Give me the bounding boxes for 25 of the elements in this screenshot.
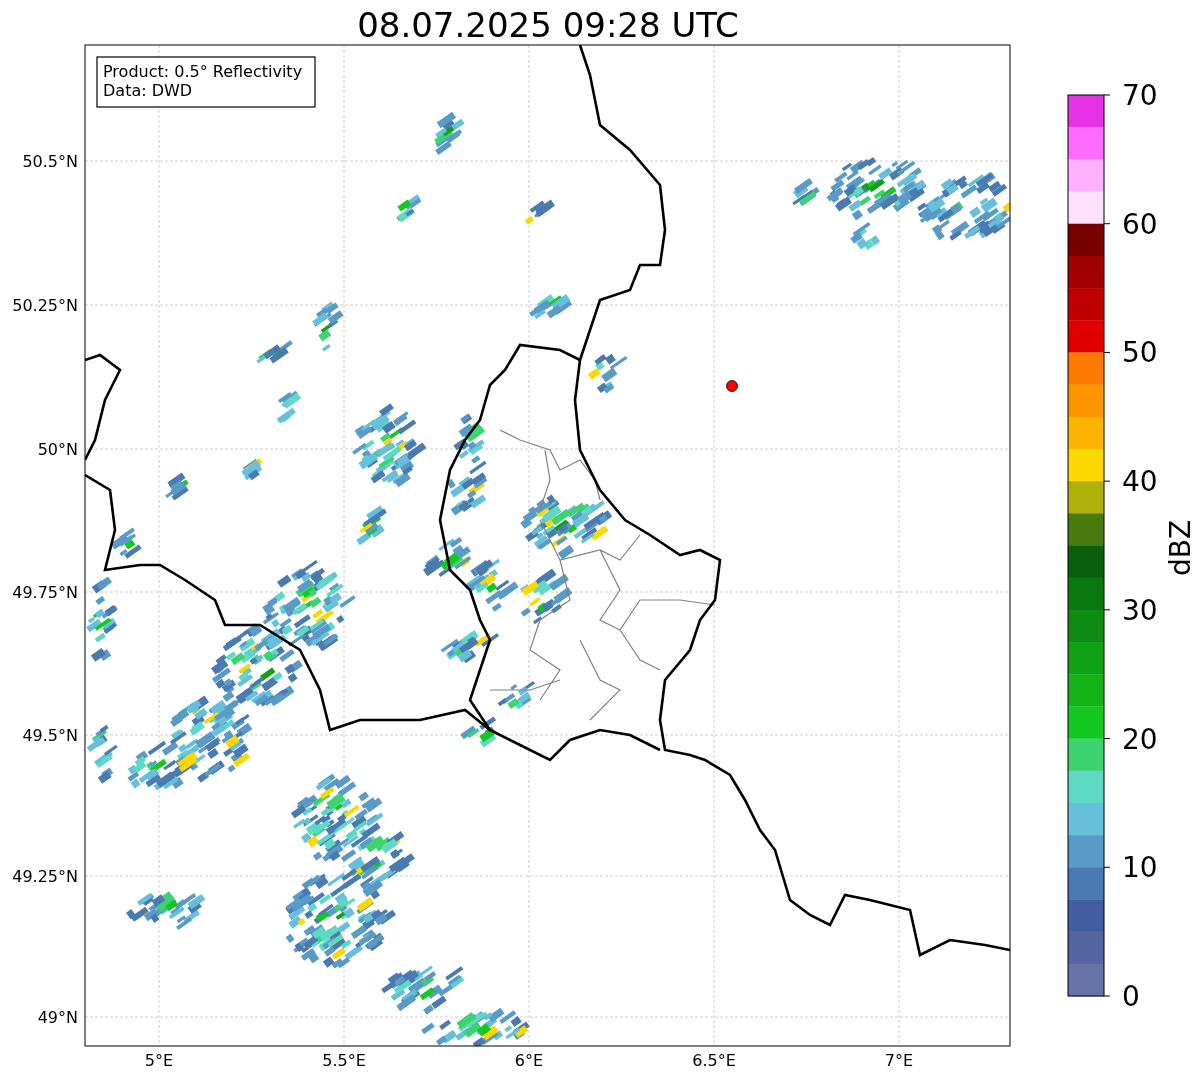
legend-text: Data: DWD: [103, 81, 193, 100]
y-tick-label: 50.25°N: [12, 296, 78, 315]
x-tick-label: 5.5°E: [322, 1051, 366, 1070]
y-tick-label: 49°N: [37, 1008, 78, 1027]
y-tick-label: 49.25°N: [12, 867, 78, 886]
colorbar-label: dBZ: [1164, 519, 1197, 577]
location-marker: [726, 380, 738, 392]
x-tick-label: 5°E: [144, 1051, 174, 1070]
chart-title: 08.07.2025 09:28 UTC: [357, 5, 739, 45]
colorbar-tick-label: 10: [1122, 851, 1158, 885]
x-tick-label: 7°E: [884, 1051, 914, 1070]
x-tick-label: 6.5°E: [692, 1051, 736, 1070]
legend-text: Product: 0.5° Reflectivity: [103, 62, 303, 81]
colorbar-tick-label: 30: [1122, 593, 1158, 627]
colorbar-tick-label: 40: [1122, 465, 1158, 499]
y-tick-label: 50.5°N: [22, 152, 78, 171]
colorbar-tick-label: 50: [1122, 336, 1158, 370]
colorbar-tick-label: 70: [1122, 79, 1158, 112]
x-tick-label: 6°E: [514, 1051, 544, 1070]
y-tick-label: 49.5°N: [22, 726, 78, 745]
y-tick-label: 49.75°N: [12, 583, 78, 602]
colorbar-tick-label: 20: [1122, 722, 1158, 756]
colorbar-tick-label: 0: [1122, 980, 1140, 1013]
y-tick-label: 50°N: [37, 440, 78, 459]
colorbar-tick-label: 60: [1122, 207, 1158, 241]
